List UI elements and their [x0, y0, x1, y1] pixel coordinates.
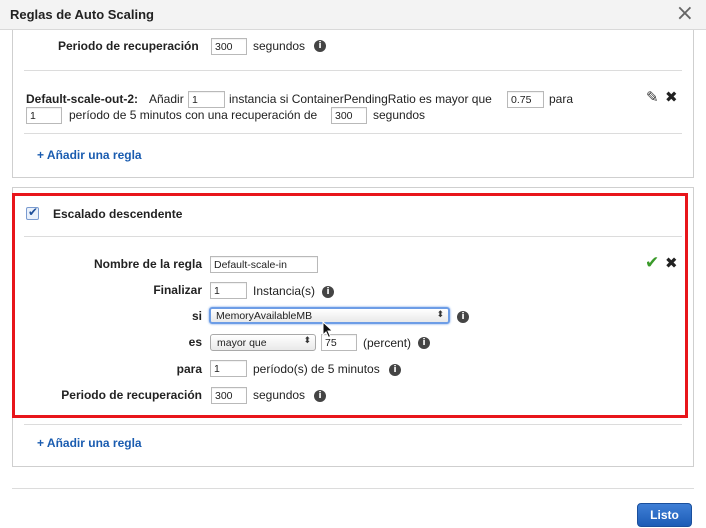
rule-text-periods: período de 5 minutos con una recuperació… — [69, 108, 318, 122]
rule-threshold-input[interactable]: 0.75 — [507, 91, 544, 108]
section-divider — [24, 70, 682, 71]
rule-text-condition: instancia si ContainerPendingRatio es ma… — [229, 92, 492, 106]
rule-cooldown-input[interactable]: 300 — [331, 107, 367, 124]
rule-cooldown-unit: segundos — [373, 108, 426, 122]
edit-pencil-icon[interactable]: ✎ — [646, 88, 659, 106]
cooldown-label: Periodo de recuperación — [58, 39, 199, 53]
rule-name: Default-scale-out-2: — [26, 92, 139, 106]
add-rule-link[interactable]: + Añadir una regla — [37, 436, 142, 450]
annotation-highlight — [12, 193, 688, 418]
section-divider — [24, 424, 682, 425]
cooldown-input[interactable]: 300 — [211, 38, 247, 55]
footer-divider — [12, 488, 694, 489]
rule-instances-input[interactable]: 1 — [188, 91, 225, 108]
close-icon[interactable]: × — [676, 1, 694, 26]
rule-periods-input[interactable]: 1 — [26, 107, 62, 124]
delete-icon[interactable]: ✖ — [665, 88, 678, 106]
rule-text-para: para — [549, 92, 574, 106]
section-divider — [24, 133, 682, 134]
cooldown-unit: segundos — [253, 39, 306, 53]
rule-text-add: Añadir — [149, 92, 184, 106]
dialog-titlebar: Reglas de Auto Scaling × — [0, 0, 706, 30]
info-icon[interactable]: i — [314, 40, 326, 52]
done-button[interactable]: Listo — [637, 503, 692, 527]
dialog-title: Reglas de Auto Scaling — [10, 7, 154, 22]
mouse-cursor-icon — [322, 321, 334, 339]
add-rule-link[interactable]: + Añadir una regla — [37, 148, 142, 162]
